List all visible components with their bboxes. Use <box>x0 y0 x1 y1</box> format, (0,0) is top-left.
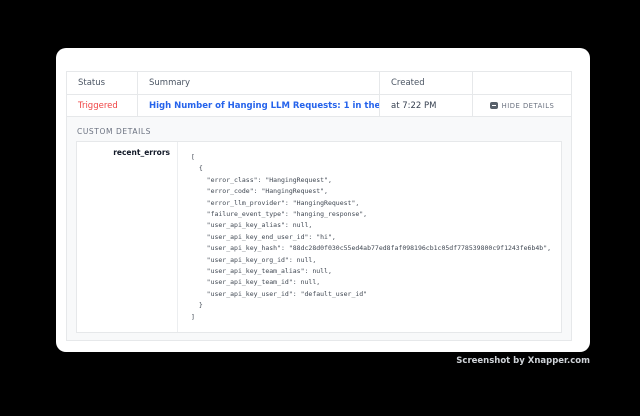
column-header-created: Created <box>380 72 473 95</box>
alerts-card: Status Summary Created Triggered High Nu… <box>56 48 590 352</box>
custom-details-heading: CUSTOM DETAILS <box>77 127 562 136</box>
xnapper-watermark: Screenshot by Xnapper.com <box>456 356 590 366</box>
details-field-label: recent_errors <box>113 148 170 157</box>
details-key-column: recent_errors <box>77 142 178 332</box>
hide-details-label: HIDE DETAILS <box>502 102 555 110</box>
minus-square-icon <box>490 102 498 109</box>
column-header-actions <box>473 72 571 95</box>
alert-actions-cell: HIDE DETAILS <box>473 95 571 117</box>
alert-status-cell: Triggered <box>67 95 138 117</box>
alert-created-cell: at 7:22 PM <box>380 95 473 117</box>
column-header-summary: Summary <box>138 72 380 95</box>
column-header-status: Status <box>67 72 138 95</box>
alert-created-time: at 7:22 PM <box>391 101 437 111</box>
page-background: { "colors": { "status_red": "#ef4444", "… <box>0 0 640 416</box>
alert-summary-cell: High Number of Hanging LLM Requests: 1 i… <box>138 95 380 117</box>
alert-details-row: CUSTOM DETAILS recent_errors [ { "error_… <box>67 117 571 340</box>
column-header-created-label: Created <box>391 78 425 88</box>
alerts-table: Status Summary Created Triggered High Nu… <box>66 71 572 341</box>
details-json-column: [ { "error_class": "HangingRequest", "er… <box>178 142 561 332</box>
custom-details-panel: recent_errors [ { "error_class": "Hangin… <box>76 141 562 333</box>
column-header-status-label: Status <box>78 78 105 88</box>
alert-summary-link[interactable]: High Number of Hanging LLM Requests: 1 i… <box>149 101 380 111</box>
recent-errors-json: [ { "error_class": "HangingRequest", "er… <box>191 152 553 323</box>
column-header-summary-label: Summary <box>149 78 190 88</box>
hide-details-button[interactable]: HIDE DETAILS <box>490 102 555 110</box>
status-badge: Triggered <box>78 101 118 111</box>
